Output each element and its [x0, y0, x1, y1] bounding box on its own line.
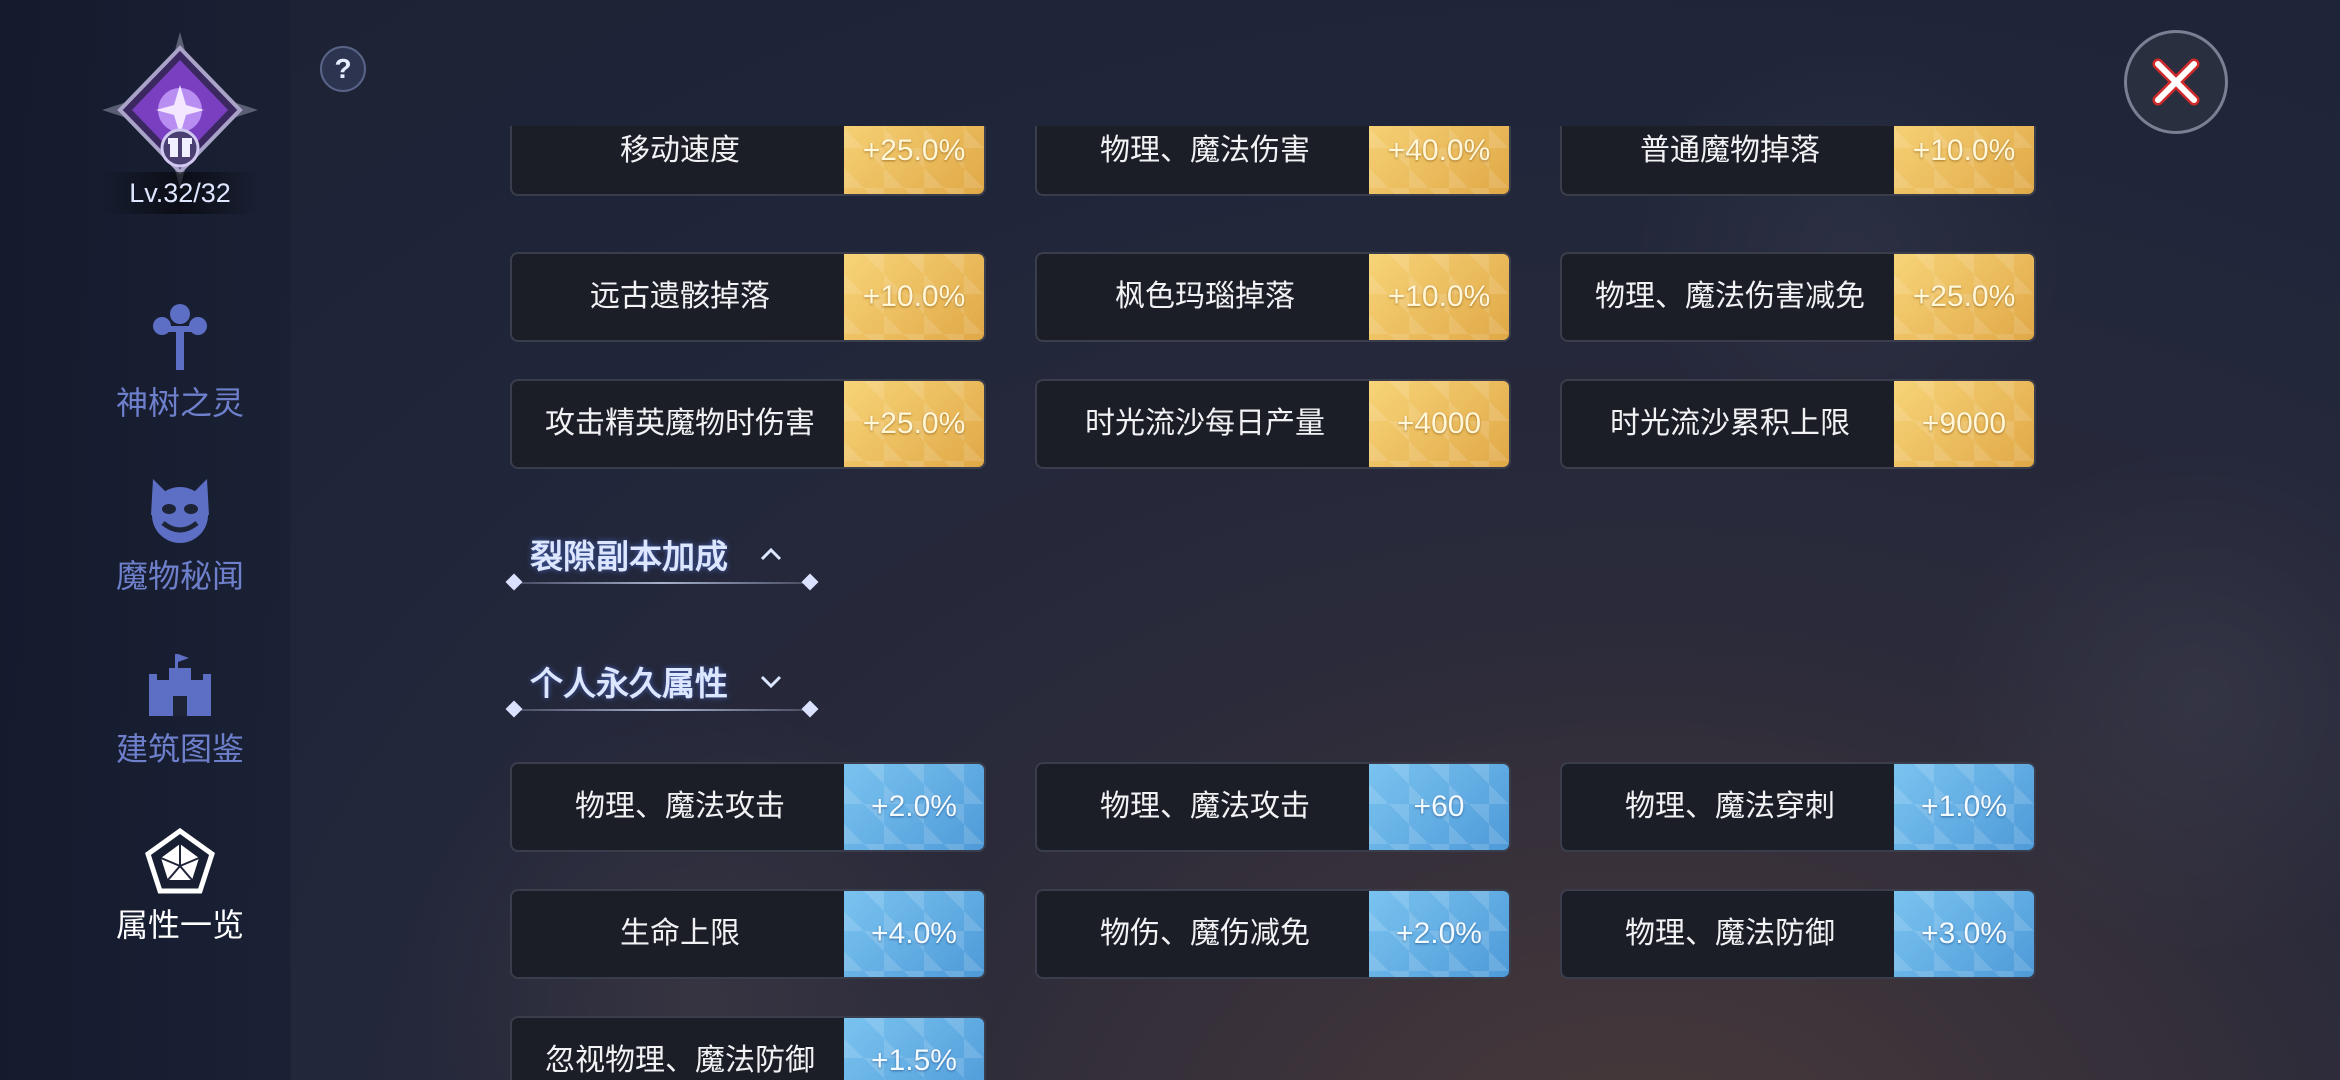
attribute-name: 远古遗骸掉落: [590, 280, 770, 313]
attribute-card: 物理、魔法防御 +3.0%: [1560, 889, 2036, 979]
attribute-name: 移动速度: [620, 134, 740, 167]
attribute-value: +10.0%: [1369, 254, 1509, 340]
castle-icon: [149, 654, 211, 716]
nav-label: 建筑图鉴: [115, 731, 244, 767]
tree-icon: [153, 304, 207, 370]
attribute-card: 时光流沙累积上限 +9000: [1560, 379, 2036, 469]
attribute-value: +10.0%: [1894, 126, 2034, 194]
attribute-value: +2.0%: [1369, 891, 1509, 977]
sidebar: Lv.32/32 神树之灵 魔物秘闻 建筑图鉴 属性一览: [0, 0, 291, 1080]
attribute-card: 移动速度 +25.0%: [510, 126, 986, 196]
attribute-name: 枫色玛瑙掉落: [1115, 280, 1295, 313]
attribute-name: 生命上限: [620, 917, 740, 950]
attribute-value: +25.0%: [844, 381, 984, 467]
chevron-up-icon: [760, 547, 782, 561]
attribute-card: 物理、魔法穿刺 +1.0%: [1560, 762, 2036, 852]
attribute-card: 物理、魔法伤害减免 +25.0%: [1560, 252, 2036, 342]
attribute-value: +25.0%: [844, 126, 984, 194]
attribute-card: 物伤、魔伤减免 +2.0%: [1035, 889, 1511, 979]
attribute-card: 攻击精英魔物时伤害 +25.0%: [510, 379, 986, 469]
divider-ornament: [801, 700, 819, 718]
section-header-rift[interactable]: 裂隙副本加成: [505, 530, 819, 591]
attribute-list[interactable]: 移动速度 +25.0% 物理、魔法伤害 +40.0% 普通魔物掉落 +10.0%…: [290, 0, 2340, 1080]
attribute-card: 时光流沙每日产量 +4000: [1035, 379, 1511, 469]
nav-item-monster-lore[interactable]: 魔物秘闻: [80, 475, 280, 597]
attribute-card: 物理、魔法伤害 +40.0%: [1035, 126, 1511, 196]
attribute-value: +40.0%: [1369, 126, 1509, 194]
attribute-value: +60: [1369, 764, 1509, 850]
attribute-name: 攻击精英魔物时伤害: [545, 407, 815, 440]
attribute-card: 忽视物理、魔法防御 +1.5%: [510, 1016, 986, 1080]
attribute-name: 时光流沙每日产量: [1085, 407, 1325, 440]
section-title: 裂隙副本加成: [530, 538, 728, 575]
attribute-name: 物理、魔法攻击: [575, 790, 785, 823]
attribute-card: 枫色玛瑙掉落 +10.0%: [1035, 252, 1511, 342]
nav-item-building-guide[interactable]: 建筑图鉴: [80, 652, 280, 770]
attribute-value: +4000: [1369, 381, 1509, 467]
attribute-value: +1.5%: [844, 1018, 984, 1080]
section-title: 个人永久属性: [530, 665, 728, 702]
monster-icon: [151, 479, 209, 543]
emblem-icon[interactable]: [100, 30, 260, 190]
divider-ornament: [505, 573, 523, 591]
attribute-name: 物理、魔法伤害减免: [1595, 280, 1865, 313]
nav-item-tree-spirit[interactable]: 神树之灵: [80, 300, 280, 424]
pentagon-icon: [145, 828, 215, 894]
attribute-name: 物理、魔法防御: [1625, 917, 1835, 950]
attribute-name: 物理、魔法穿刺: [1625, 790, 1835, 823]
attribute-value: +2.0%: [844, 764, 984, 850]
nav-label: 魔物秘闻: [115, 558, 244, 594]
attribute-card: 物理、魔法攻击 +60: [1035, 762, 1511, 852]
divider: [512, 582, 812, 584]
attribute-card: 远古遗骸掉落 +10.0%: [510, 252, 986, 342]
attribute-value: +10.0%: [844, 254, 984, 340]
divider: [512, 709, 812, 711]
attribute-value: +9000: [1894, 381, 2034, 467]
attribute-name: 普通魔物掉落: [1640, 134, 1820, 167]
chevron-down-icon: [760, 675, 782, 689]
nav-item-attribute-overview[interactable]: 属性一览: [80, 828, 280, 946]
attribute-card: 生命上限 +4.0%: [510, 889, 986, 979]
attribute-name: 物理、魔法伤害: [1100, 134, 1310, 167]
attribute-name: 物理、魔法攻击: [1100, 790, 1310, 823]
attribute-value: +4.0%: [844, 891, 984, 977]
divider-ornament: [801, 573, 819, 591]
attribute-card: 物理、魔法攻击 +2.0%: [510, 762, 986, 852]
attribute-name: 忽视物理、魔法防御: [545, 1044, 815, 1077]
attribute-name: 物伤、魔伤减免: [1100, 917, 1310, 950]
nav-label: 属性一览: [115, 907, 244, 943]
attribute-value: +25.0%: [1894, 254, 2034, 340]
section-header-personal[interactable]: 个人永久属性: [505, 657, 819, 718]
attribute-card: 普通魔物掉落 +10.0%: [1560, 126, 2036, 196]
attribute-value: +1.0%: [1894, 764, 2034, 850]
nav-label: 神树之灵: [115, 385, 244, 421]
attribute-value: +3.0%: [1894, 891, 2034, 977]
level-badge: Lv.32/32: [100, 172, 260, 214]
divider-ornament: [505, 700, 523, 718]
attribute-name: 时光流沙累积上限: [1610, 407, 1850, 440]
